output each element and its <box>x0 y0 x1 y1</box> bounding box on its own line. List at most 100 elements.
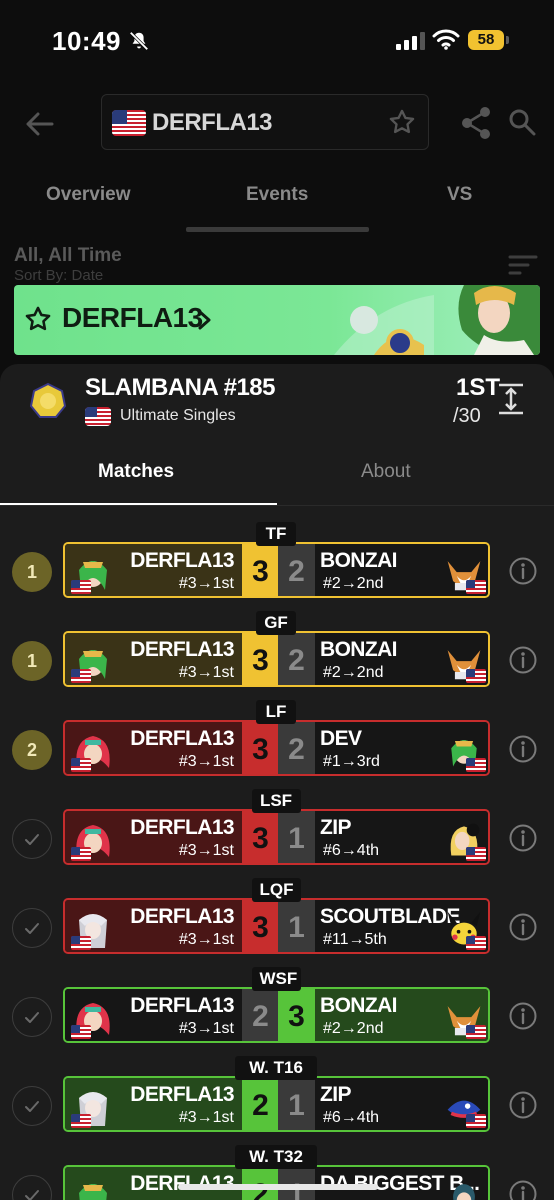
event-name: Ultimate Singles <box>120 407 236 424</box>
right-score: 2 <box>278 544 315 596</box>
match-number-badge: 2 <box>12 730 52 770</box>
info-icon[interactable] <box>508 1001 538 1031</box>
player-name: DERFLA13 <box>152 109 273 136</box>
wifi-icon <box>432 29 460 50</box>
divider <box>0 505 554 506</box>
completed-check-icon <box>12 819 52 859</box>
left-player: DERFLA13 #3→1st <box>65 633 242 685</box>
match-row[interactable]: DERFLA13 #3→1st 2 3 BONZAI #2→2nd WSF <box>0 967 554 1047</box>
match-row[interactable]: DERFLA13 #3→1st 3 1 SCOUTBLADE #11→5th LQF <box>0 878 554 958</box>
star-icon <box>25 306 51 331</box>
entrant-total: /30 <box>453 405 481 427</box>
match-row[interactable]: DERFLA1321DA BIGGEST B...W. T32 <box>0 1145 554 1200</box>
us-flag-icon <box>71 669 91 683</box>
banner-player-name: DERFLA13 <box>62 302 203 333</box>
right-player-name: ZIP <box>320 816 351 839</box>
tab-about[interactable]: About <box>361 461 411 483</box>
match-row[interactable]: 1 DERFLA13 #3→1st 3 2 BONZAI #2→2nd TF <box>0 522 554 602</box>
us-flag-icon <box>466 580 486 594</box>
match-card[interactable]: DERFLA13 #3→1st 3 1 SCOUTBLADE #11→5th <box>63 898 490 954</box>
match-card[interactable]: DERFLA1321DA BIGGEST B... <box>63 1165 490 1200</box>
right-player: BONZAI #2→2nd <box>315 989 488 1041</box>
round-label: LQF <box>251 878 301 902</box>
right-player-seed: #6→4th <box>323 842 380 859</box>
left-score: 2 <box>242 1078 279 1130</box>
left-player-name: DERFLA13 <box>130 638 234 661</box>
right-player: SCOUTBLADE #11→5th <box>315 900 488 952</box>
info-icon[interactable] <box>508 823 538 853</box>
match-card[interactable]: DERFLA13 #3→1st 2 1 ZIP #6→4th <box>63 1076 490 1132</box>
left-player-seed: #3→1st <box>178 1020 234 1037</box>
back-arrow-icon[interactable] <box>22 106 58 142</box>
completed-check-icon <box>12 997 52 1037</box>
right-player-name: BONZAI <box>320 638 398 661</box>
tab-overview[interactable]: Overview <box>46 184 131 206</box>
favorite-star-icon[interactable] <box>388 108 416 136</box>
player-search-field[interactable]: DERFLA13 <box>101 94 429 150</box>
match-card[interactable]: DERFLA13 #3→1st 3 2 BONZAI #2→2nd <box>63 542 490 598</box>
filter-title[interactable]: All, All Time <box>14 245 122 267</box>
info-icon[interactable] <box>508 912 538 942</box>
right-player-seed: #1→3rd <box>323 753 380 770</box>
tab-vs[interactable]: VS <box>447 184 472 206</box>
us-flag-icon <box>466 669 486 683</box>
right-player-seed: #11→5th <box>323 931 387 948</box>
info-icon[interactable] <box>508 556 538 586</box>
left-player-name: DERFLA13 <box>130 1083 234 1106</box>
info-icon[interactable] <box>508 1090 538 1120</box>
us-flag-icon <box>112 110 146 136</box>
search-icon[interactable] <box>508 108 536 136</box>
left-player-seed: #3→1st <box>178 753 234 770</box>
palutena-icon <box>79 1184 107 1200</box>
tournament-logo-icon <box>29 382 67 418</box>
left-player-name: DERFLA13 <box>130 816 234 839</box>
left-player: DERFLA13 #3→1st <box>65 811 242 863</box>
left-score: 2 <box>242 989 279 1041</box>
tab-events[interactable]: Events <box>246 184 308 206</box>
left-player-seed: #3→1st <box>178 1109 234 1126</box>
player-banner[interactable]: DERFLA13 <box>14 285 540 355</box>
right-score: 1 <box>278 1078 315 1130</box>
right-player-name: ZIP <box>320 1083 351 1106</box>
info-icon[interactable] <box>508 645 538 675</box>
info-icon[interactable] <box>508 734 538 764</box>
completed-check-icon <box>12 1086 52 1126</box>
right-player: DEV #1→3rd <box>315 722 488 774</box>
info-icon[interactable] <box>508 1179 538 1200</box>
match-card[interactable]: DERFLA13 #3→1st 3 1 ZIP #6→4th <box>63 809 490 865</box>
match-row[interactable]: 2 DERFLA13 #3→1st 3 2 DEV #1→3rd LF <box>0 700 554 780</box>
match-number-badge: 1 <box>12 641 52 681</box>
right-player: ZIP #6→4th <box>315 811 488 863</box>
left-player-seed: #3→1st <box>178 842 234 859</box>
left-score: 3 <box>242 544 279 596</box>
expand-collapse-icon[interactable] <box>498 383 524 415</box>
match-card[interactable]: DERFLA13 #3→1st 3 2 DEV #1→3rd <box>63 720 490 776</box>
left-player: DERFLA13 #3→1st <box>65 989 242 1041</box>
clock: 10:49 <box>52 26 121 56</box>
round-label: GF <box>256 611 296 635</box>
match-row[interactable]: DERFLA13 #3→1st 2 1 ZIP #6→4th W. T16 <box>0 1056 554 1136</box>
left-player-name: DERFLA13 <box>130 549 234 572</box>
match-card[interactable]: DERFLA13 #3→1st 3 2 BONZAI #2→2nd <box>63 631 490 687</box>
right-player-seed: #2→2nd <box>323 1020 384 1037</box>
tab-matches[interactable]: Matches <box>98 461 174 483</box>
right-player: BONZAI #2→2nd <box>315 544 488 596</box>
left-score: 3 <box>242 633 279 685</box>
home-indicator[interactable] <box>178 1184 378 1190</box>
share-icon[interactable] <box>460 106 492 140</box>
us-flag-icon <box>71 1114 91 1128</box>
round-label: WSF <box>251 967 301 991</box>
sort-label: Sort By: Date <box>14 267 104 284</box>
bell-muted-icon <box>129 31 149 51</box>
completed-check-icon <box>12 908 52 948</box>
sort-icon[interactable] <box>508 254 538 276</box>
us-flag-icon <box>466 1114 486 1128</box>
us-flag-icon <box>85 407 111 426</box>
match-card[interactable]: DERFLA13 #3→1st 2 3 BONZAI #2→2nd <box>63 987 490 1043</box>
right-player-seed: #6→4th <box>323 1109 380 1126</box>
left-player: DERFLA13 #3→1st <box>65 1078 242 1130</box>
match-row[interactable]: DERFLA13 #3→1st 3 1 ZIP #6→4th LSF <box>0 789 554 869</box>
right-score: 3 <box>278 989 315 1041</box>
match-row[interactable]: 1 DERFLA13 #3→1st 3 2 BONZAI #2→2nd GF <box>0 611 554 691</box>
right-player-name: BONZAI <box>320 994 398 1017</box>
